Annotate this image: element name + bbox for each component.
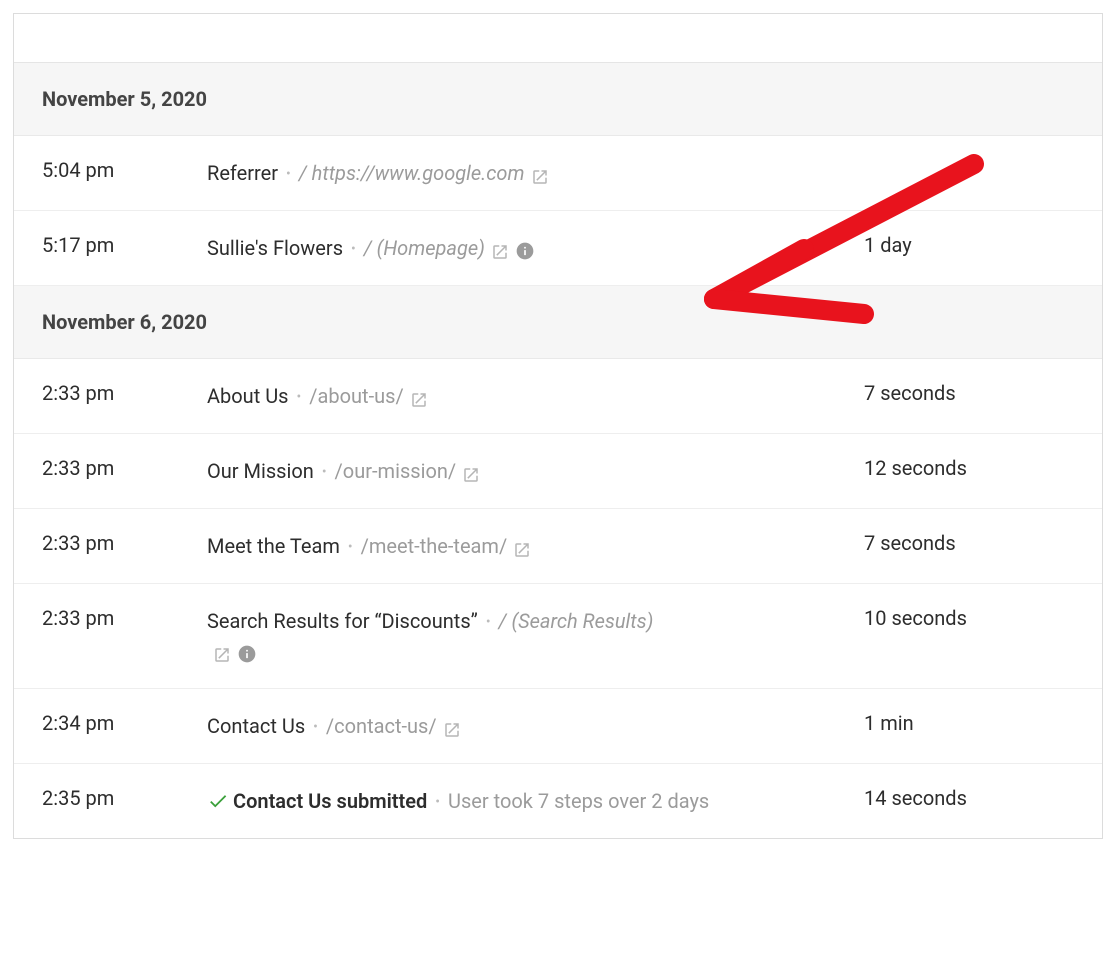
- journey-path-prefix: /: [499, 609, 512, 633]
- external-link-icon[interactable]: [531, 164, 549, 182]
- journey-main: Contact Us submitted • User took 7 steps o…: [207, 786, 864, 816]
- journey-time: 2:33 pm: [42, 606, 207, 630]
- separator-dot: •: [486, 614, 491, 630]
- journey-title: Referrer: [207, 161, 278, 185]
- journey-main: Our Mission • /our-mission/: [207, 456, 864, 486]
- journey-row: 5:04 pmReferrer • / https://www.google.com: [14, 136, 1102, 211]
- check-icon: [207, 790, 229, 812]
- external-link-icon[interactable]: [513, 537, 531, 555]
- journey-duration: 7 seconds: [864, 381, 1074, 405]
- external-link-icon[interactable]: [213, 642, 231, 660]
- journey-meta: User took 7 steps over 2 days: [448, 789, 709, 813]
- journey-row: 2:34 pmContact Us • /contact-us/1 min: [14, 689, 1102, 764]
- journey-row: 2:35 pm Contact Us submitted • User took 7 …: [14, 764, 1102, 838]
- journey-path: /our-mission/: [335, 459, 457, 483]
- journey-title: Contact Us: [207, 714, 305, 738]
- journey-duration: 7 seconds: [864, 531, 1074, 555]
- journey-path: https://www.google.com: [312, 161, 525, 185]
- journey-path: /contact-us/: [326, 714, 437, 738]
- separator-dot: •: [348, 539, 353, 555]
- separator-dot: •: [286, 166, 291, 182]
- journey-duration: 1 min: [864, 711, 1074, 735]
- journey-path: (Homepage): [377, 236, 485, 260]
- journey-row: 2:33 pmMeet the Team • /meet-the-team/7 se…: [14, 509, 1102, 584]
- journey-title: Meet the Team: [207, 534, 340, 558]
- journey-time: 2:33 pm: [42, 456, 207, 480]
- journey-main: Contact Us • /contact-us/: [207, 711, 864, 741]
- date-header: November 6, 2020: [14, 286, 1102, 359]
- external-link-icon[interactable]: [410, 387, 428, 405]
- journey-main: Sullie's Flowers • / (Homepage): [207, 233, 864, 263]
- separator-dot: •: [313, 719, 318, 735]
- journey-time: 2:35 pm: [42, 786, 207, 810]
- journey-row: 2:33 pmAbout Us • /about-us/7 seconds: [14, 359, 1102, 434]
- journey-path-prefix: /: [364, 236, 377, 260]
- journey-row: 2:33 pmSearch Results for “Discounts” • / …: [14, 584, 1102, 689]
- user-journey-panel: November 5, 2020 5:04 pmReferrer • / https:…: [13, 13, 1103, 839]
- info-icon[interactable]: [237, 642, 257, 662]
- journey-duration: 10 seconds: [864, 606, 1074, 630]
- external-link-icon[interactable]: [491, 239, 509, 257]
- journey-path: (Search Results): [511, 609, 653, 633]
- journey-time: 2:33 pm: [42, 531, 207, 555]
- external-link-icon[interactable]: [443, 717, 461, 735]
- journey-time: 2:33 pm: [42, 381, 207, 405]
- journey-duration: 14 seconds: [864, 786, 1074, 810]
- journey-title: About Us: [207, 384, 289, 408]
- journey-main: Search Results for “Discounts” • / (Search…: [207, 606, 864, 666]
- journey-main: Meet the Team • /meet-the-team/: [207, 531, 864, 561]
- journey-time: 2:34 pm: [42, 711, 207, 735]
- journey-title: Sullie's Flowers: [207, 236, 343, 260]
- journey-main: Referrer • / https://www.google.com: [207, 158, 864, 188]
- external-link-icon[interactable]: [462, 462, 480, 480]
- journey-time: 5:17 pm: [42, 233, 207, 257]
- journey-path: /about-us/: [309, 384, 403, 408]
- journey-row: 2:33 pmOur Mission • /our-mission/12 secon…: [14, 434, 1102, 509]
- info-icon[interactable]: [515, 239, 535, 259]
- journey-body: November 5, 2020 5:04 pmReferrer • / https:…: [14, 63, 1102, 838]
- separator-dot: •: [297, 389, 302, 405]
- separator-dot: •: [435, 794, 440, 810]
- journey-title: Search Results for “Discounts”: [207, 609, 478, 633]
- separator-dot: •: [322, 464, 327, 480]
- journey-title: Our Mission: [207, 459, 314, 483]
- journey-row: 5:17 pmSullie's Flowers • / (Homepage) 1 da…: [14, 211, 1102, 286]
- journey-path-prefix: /: [299, 161, 312, 185]
- journey-main: About Us • /about-us/: [207, 381, 864, 411]
- date-header: November 5, 2020: [14, 63, 1102, 136]
- journey-time: 5:04 pm: [42, 158, 207, 182]
- separator-dot: •: [351, 241, 356, 257]
- journey-duration: 1 day: [864, 233, 1074, 257]
- journey-title: Contact Us submitted: [233, 789, 427, 813]
- panel-title: [14, 14, 1102, 63]
- journey-duration: 12 seconds: [864, 456, 1074, 480]
- journey-path: /meet-the-team/: [361, 534, 508, 558]
